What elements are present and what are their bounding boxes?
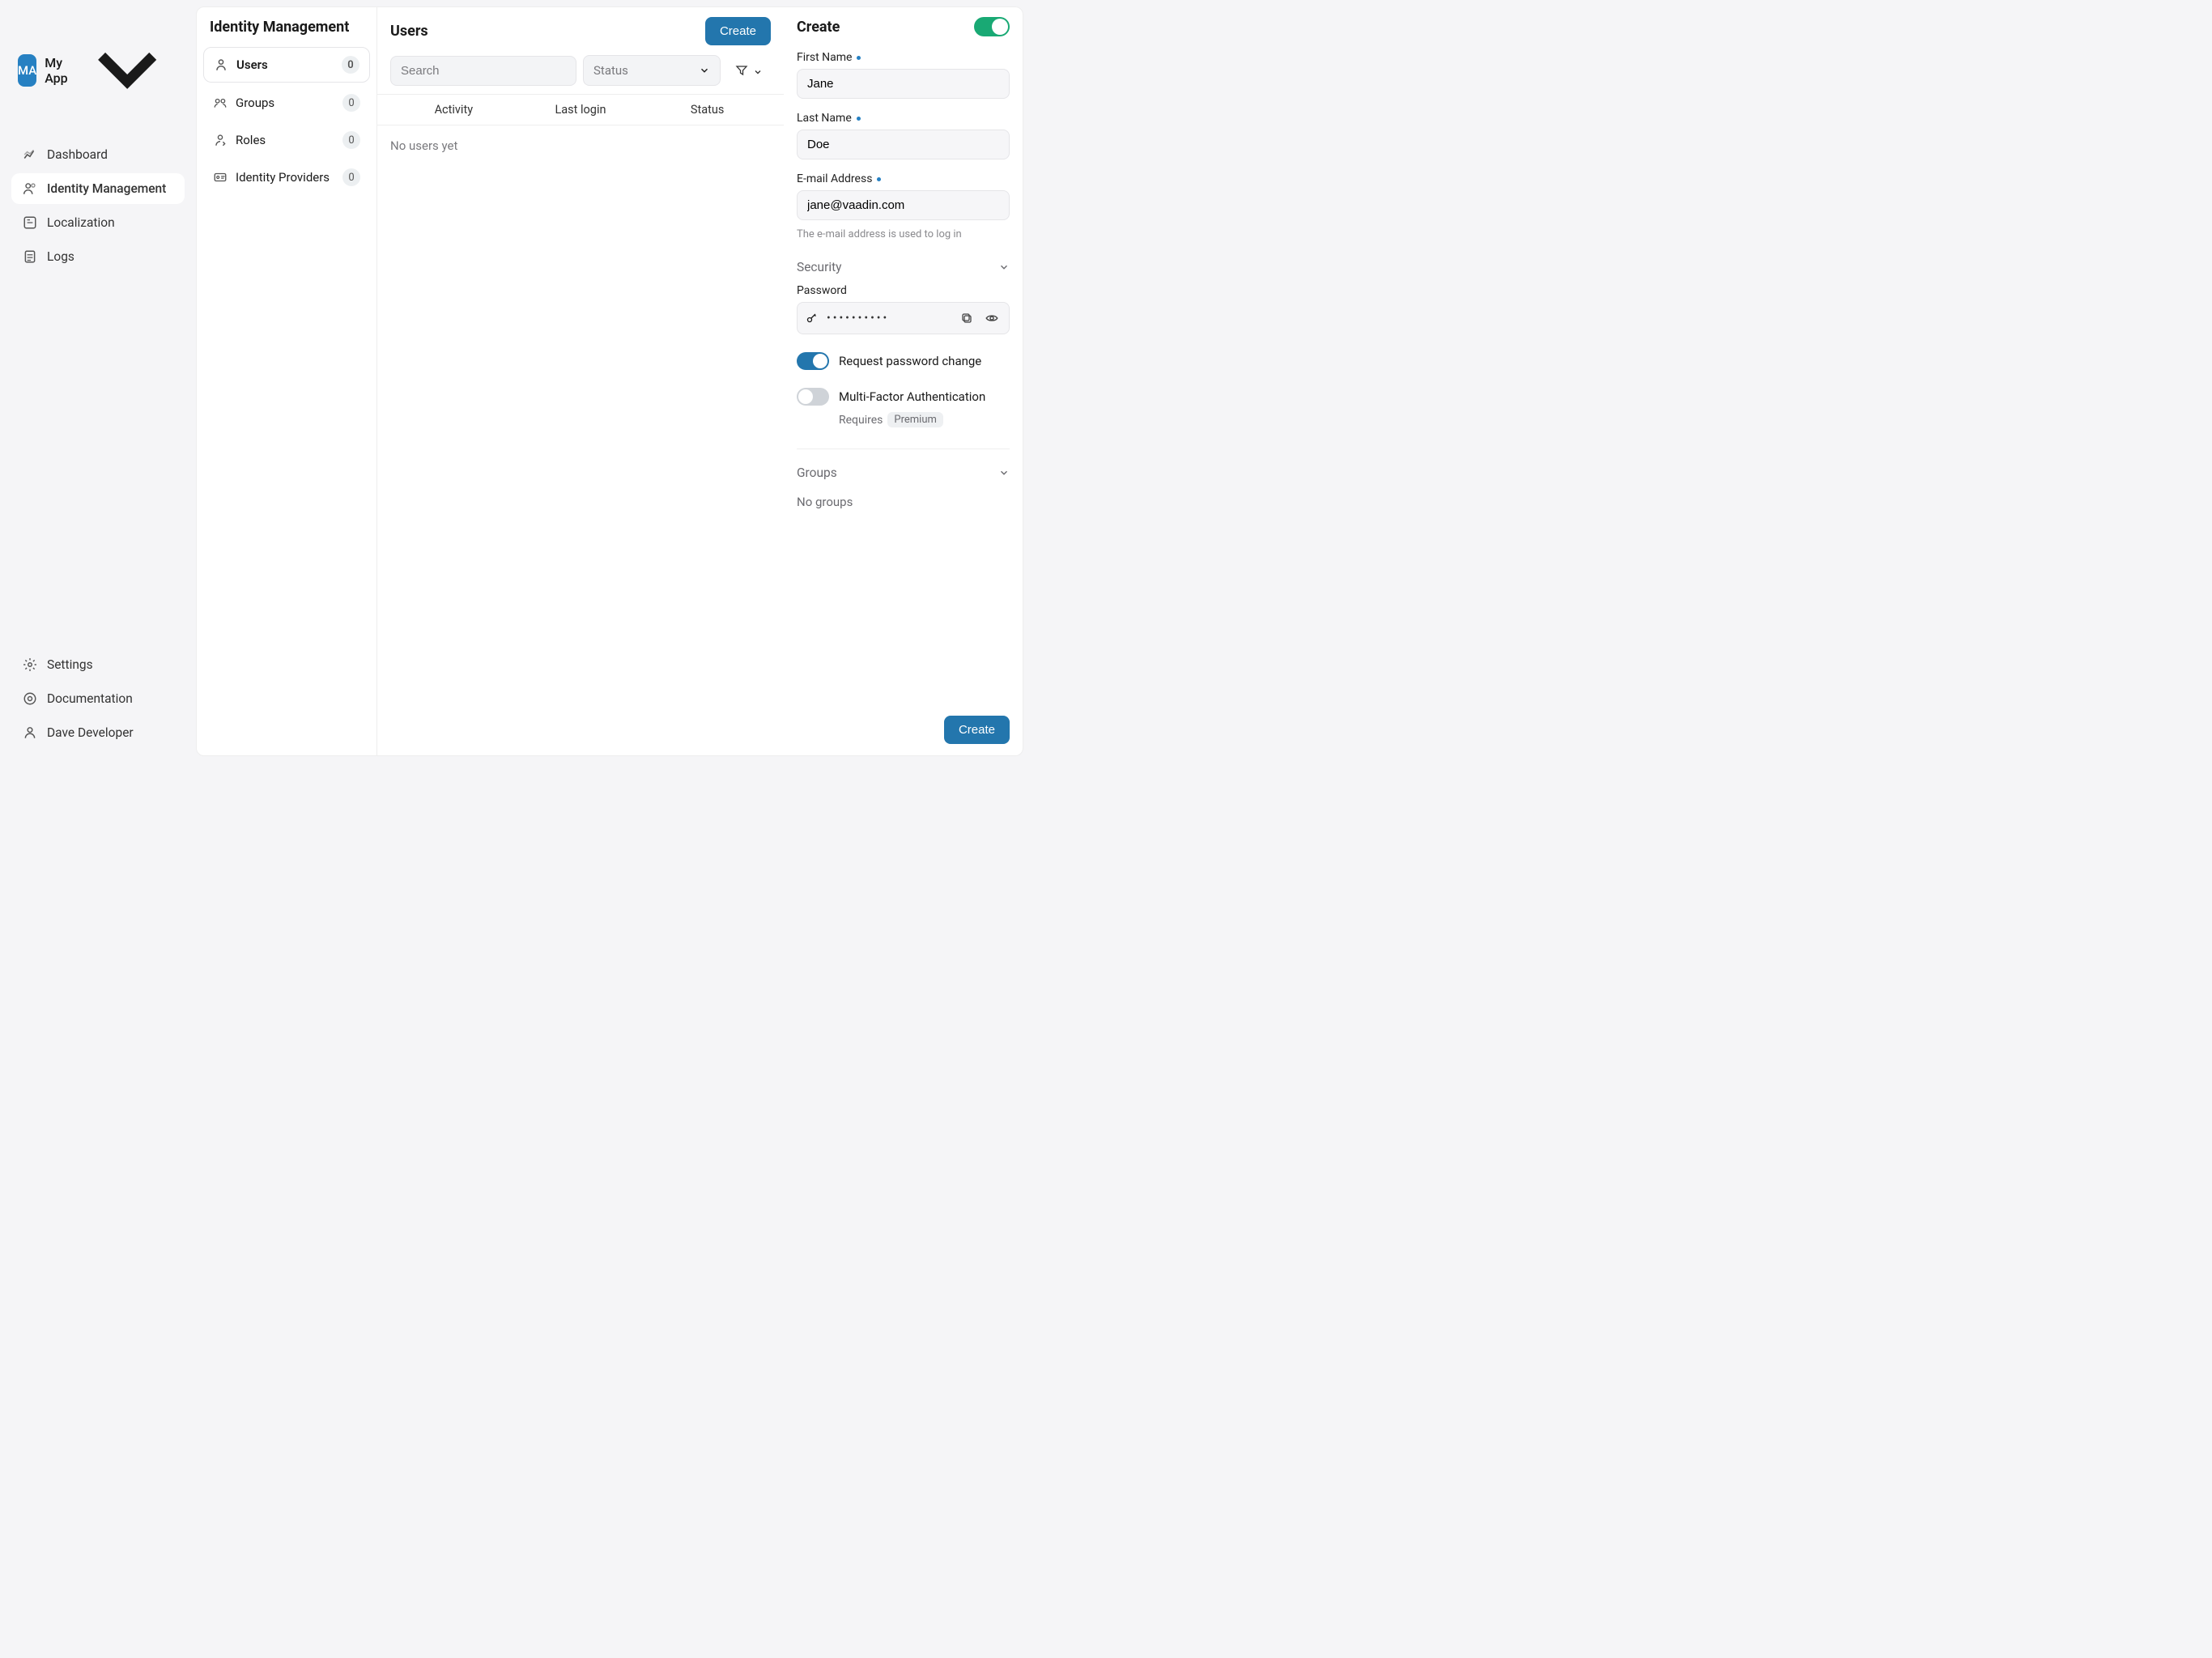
chart-icon (23, 147, 37, 162)
filter-button[interactable] (727, 57, 771, 83)
footer-label: Settings (47, 657, 93, 672)
nav-label: Logs (47, 249, 74, 264)
create-button[interactable]: Create (705, 17, 771, 45)
nav-label: Identity Management (47, 181, 166, 196)
main-title: Users (390, 23, 428, 40)
password-input[interactable]: •••••••••• (797, 302, 1010, 334)
required-indicator (857, 117, 861, 121)
submit-button[interactable]: Create (944, 716, 1010, 744)
last-name-label: Last Name (797, 112, 1010, 125)
empty-state: No users yet (377, 125, 784, 166)
security-section[interactable]: Security (797, 245, 1010, 274)
required-indicator (857, 56, 861, 60)
col-activity: Activity (390, 103, 517, 117)
subnav-title: Identity Management (197, 7, 376, 47)
count-badge: 0 (342, 131, 360, 149)
clipboard-icon (23, 249, 37, 264)
mfa-toggle[interactable] (797, 388, 829, 406)
chevron-down-icon (76, 18, 178, 123)
col-status: Status (644, 103, 771, 117)
group-icon (213, 96, 228, 110)
nav-label: Localization (47, 215, 115, 230)
chevron-down-icon (998, 261, 1010, 273)
eye-icon (985, 311, 999, 325)
sidebar: MA My App Dashboard Identity Management … (0, 0, 196, 763)
footer-label: Dave Developer (47, 725, 134, 740)
status-placeholder: Status (593, 63, 628, 78)
reveal-button[interactable] (983, 309, 1001, 327)
app-avatar: MA (18, 54, 36, 87)
first-name-label: First Name (797, 51, 1010, 64)
nav-logs[interactable]: Logs (11, 241, 185, 272)
subnav-label: Identity Providers (236, 170, 330, 185)
col-last-login: Last login (517, 103, 644, 117)
count-badge: 0 (342, 56, 359, 74)
main-panel: Users Create Status Activity Last login … (377, 6, 784, 756)
premium-badge: Premium (887, 412, 943, 427)
last-name-input[interactable] (797, 130, 1010, 159)
table-header: Activity Last login Status (377, 94, 784, 125)
app-name: My App (45, 55, 67, 86)
status-select[interactable]: Status (583, 55, 721, 86)
password-label: Password (797, 284, 1010, 297)
footer-label: Documentation (47, 691, 133, 706)
chevron-down-icon (699, 65, 710, 76)
email-input[interactable] (797, 190, 1010, 220)
filter-icon (735, 64, 748, 77)
globe-icon (23, 215, 37, 230)
nav-localization[interactable]: Localization (11, 207, 185, 238)
gear-icon (23, 657, 37, 672)
email-label: E-mail Address (797, 172, 1010, 185)
first-name-input[interactable] (797, 69, 1010, 99)
help-icon (23, 691, 37, 706)
subnav-panel: Identity Management Users 0 Groups 0 Rol… (196, 6, 377, 756)
nav-dashboard[interactable]: Dashboard (11, 139, 185, 170)
copy-icon (960, 312, 973, 325)
nav-label: Dashboard (47, 147, 108, 162)
user-icon (214, 57, 228, 72)
nav-identity-mgmt[interactable]: Identity Management (11, 173, 185, 204)
enabled-toggle[interactable] (974, 17, 1010, 36)
chevron-down-icon (753, 66, 763, 75)
subnav-label: Users (236, 57, 268, 72)
sidebar-footer: Settings Documentation Dave Developer (11, 649, 185, 748)
required-indicator (877, 177, 881, 181)
key-icon (806, 312, 819, 325)
footer-docs[interactable]: Documentation (11, 683, 185, 714)
subnav-label: Groups (236, 96, 274, 110)
subnav-groups[interactable]: Groups 0 (203, 86, 370, 120)
user-icon (23, 725, 37, 740)
count-badge: 0 (342, 168, 360, 186)
pw-change-label: Request password change (839, 354, 981, 368)
subnav-roles[interactable]: Roles 0 (203, 123, 370, 157)
email-helper: The e-mail address is used to log in (797, 228, 1010, 240)
mfa-sublabel: Requires Premium (839, 412, 1010, 427)
id-card-icon (213, 170, 228, 185)
form-title: Create (797, 19, 840, 36)
subnav-label: Roles (236, 133, 266, 147)
role-icon (213, 133, 228, 147)
app-switcher[interactable]: MA My App (11, 15, 185, 126)
groups-section[interactable]: Groups (797, 454, 1010, 480)
create-panel: Create First Name Last Name E-mail Addre… (784, 6, 1023, 756)
chevron-down-icon (998, 467, 1010, 478)
count-badge: 0 (342, 94, 360, 112)
groups-empty: No groups (797, 495, 1010, 509)
mfa-label: Multi-Factor Authentication (839, 389, 985, 404)
subnav-users[interactable]: Users 0 (203, 47, 370, 83)
footer-user[interactable]: Dave Developer (11, 717, 185, 748)
primary-nav: Dashboard Identity Management Localizati… (11, 139, 185, 272)
footer-settings[interactable]: Settings (11, 649, 185, 680)
password-mask: •••••••••• (827, 312, 951, 325)
users-icon (23, 181, 37, 196)
search-input[interactable] (390, 56, 576, 86)
pw-change-toggle[interactable] (797, 352, 829, 370)
subnav-idp[interactable]: Identity Providers 0 (203, 160, 370, 194)
copy-button[interactable] (959, 310, 975, 326)
